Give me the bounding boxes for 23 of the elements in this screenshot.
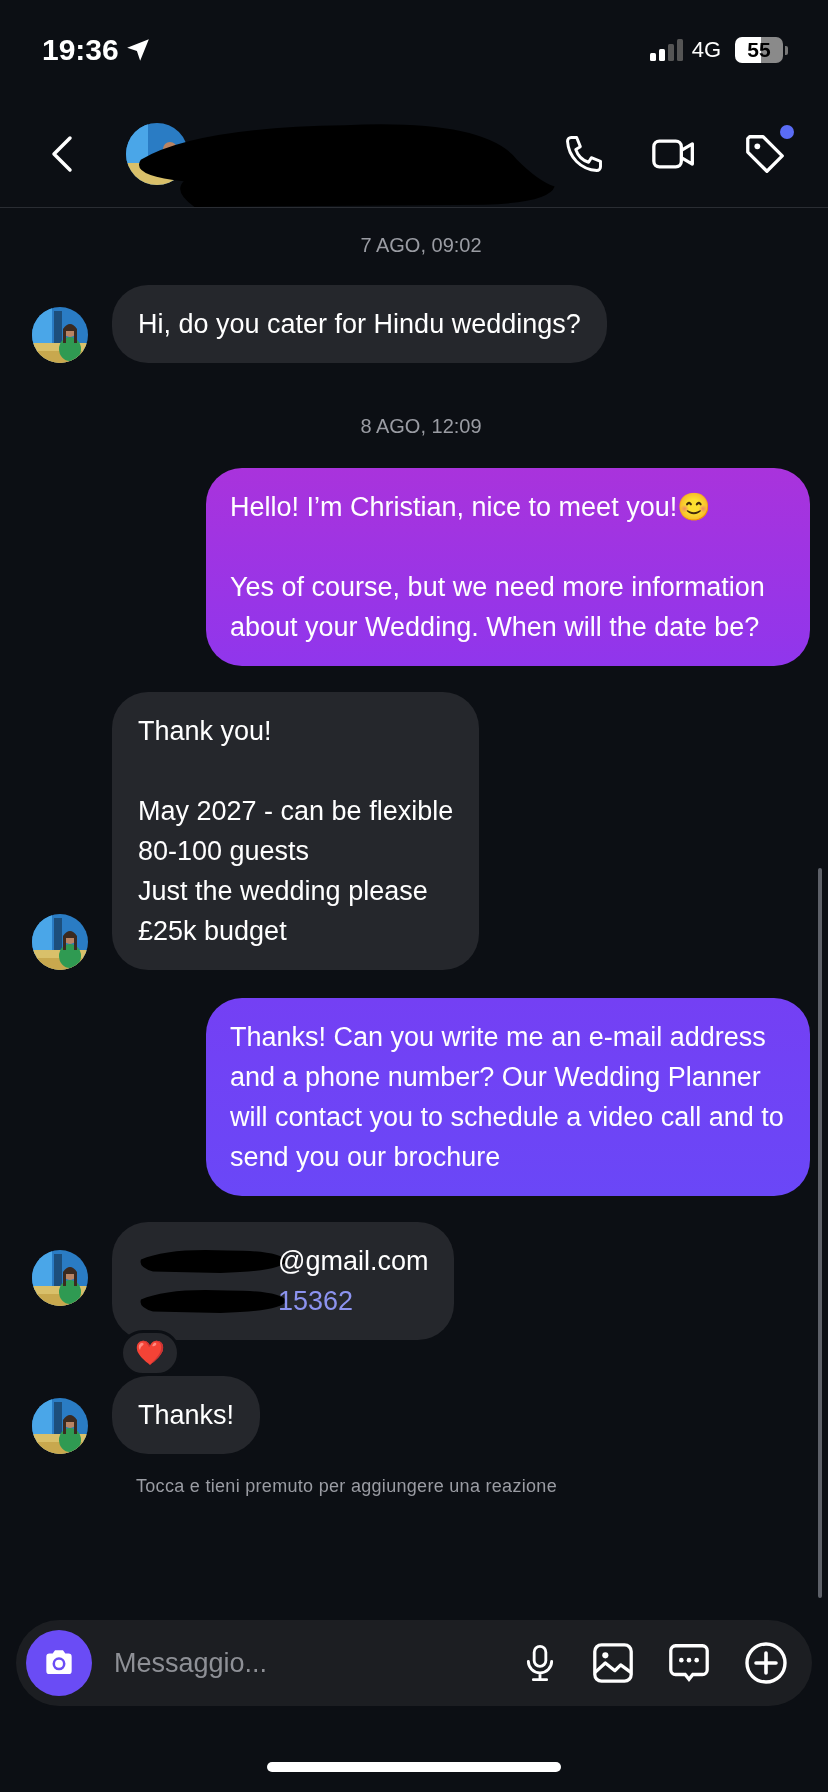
message-bubble[interactable]: Thanks!: [112, 1376, 261, 1454]
message-bubble[interactable]: @gmail.com 15362: [112, 1222, 455, 1340]
timestamp: 8 AGO, 12:09: [359, 415, 483, 438]
message-bubble[interactable]: Hi, do you cater for Hindu weddings?: [112, 285, 607, 363]
message-input[interactable]: Messaggio...: [112, 1646, 490, 1680]
reaction-hint: Tocca e tieni premuto per aggiungere una reazione: [136, 1476, 558, 1497]
status-time: 19:36: [42, 33, 119, 67]
message-bubble[interactable]: Thanks! Can you write me an e-mail address and a phone number? Our Wedding Planner will contact you to schedule a video call and to send you our brochure: [206, 998, 810, 1196]
message-bubble[interactable]: Thank you! May 2027 - can be flexible 80-100 guests Just the wedding please £25k budget: [112, 692, 480, 970]
add-button[interactable]: [742, 1639, 790, 1687]
message-bubble[interactable]: Hello! I’m Christian, nice to meet you!😊 Yes of course, but we need more information about your Wedding. When will the date be?: [206, 468, 810, 666]
timestamp: 7 AGO, 09:02: [359, 234, 483, 257]
network-label: 4G: [691, 37, 721, 63]
plus-icon: [742, 1639, 790, 1687]
back-icon: [50, 133, 74, 174]
reaction-badge[interactable]: ❤: [120, 1330, 180, 1376]
image-icon: [590, 1640, 636, 1686]
signal-icon: [649, 39, 684, 61]
camera-button[interactable]: [26, 1630, 92, 1696]
gallery-button[interactable]: [590, 1640, 636, 1686]
scrollbar[interactable]: [818, 868, 822, 1598]
back-button[interactable]: [50, 133, 74, 174]
battery-icon: 55: [735, 37, 783, 63]
